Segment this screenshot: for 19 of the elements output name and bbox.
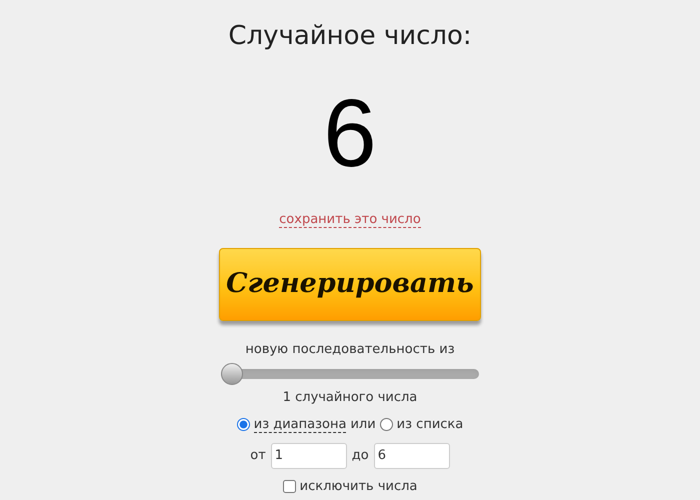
source-option-label[interactable]: из диапазона	[254, 416, 346, 433]
count-slider[interactable]	[221, 363, 479, 385]
source-radio[interactable]	[380, 418, 393, 432]
from-field[interactable]: 1	[270, 442, 347, 468]
random-number: 6	[323, 84, 377, 184]
count-label: 1 случайного числа	[282, 389, 418, 407]
from-label: от	[250, 446, 266, 465]
save-link[interactable]: сохранить это число	[279, 212, 421, 228]
source-option-label[interactable]: из списка	[396, 417, 464, 432]
source-radio[interactable]	[236, 418, 250, 432]
title: Случайное число:	[228, 20, 472, 53]
generate-button[interactable]: Сгенерировать	[219, 248, 481, 321]
to-label: до	[352, 446, 369, 465]
sequence-label: новую последовательность из	[245, 341, 455, 359]
to-field[interactable]: 6	[374, 442, 450, 468]
exclude-label: исключить числа	[300, 478, 418, 496]
exclude-checkbox[interactable]	[282, 480, 296, 493]
conjunction-text: или	[350, 416, 376, 434]
slider-thumb[interactable]	[221, 363, 243, 385]
